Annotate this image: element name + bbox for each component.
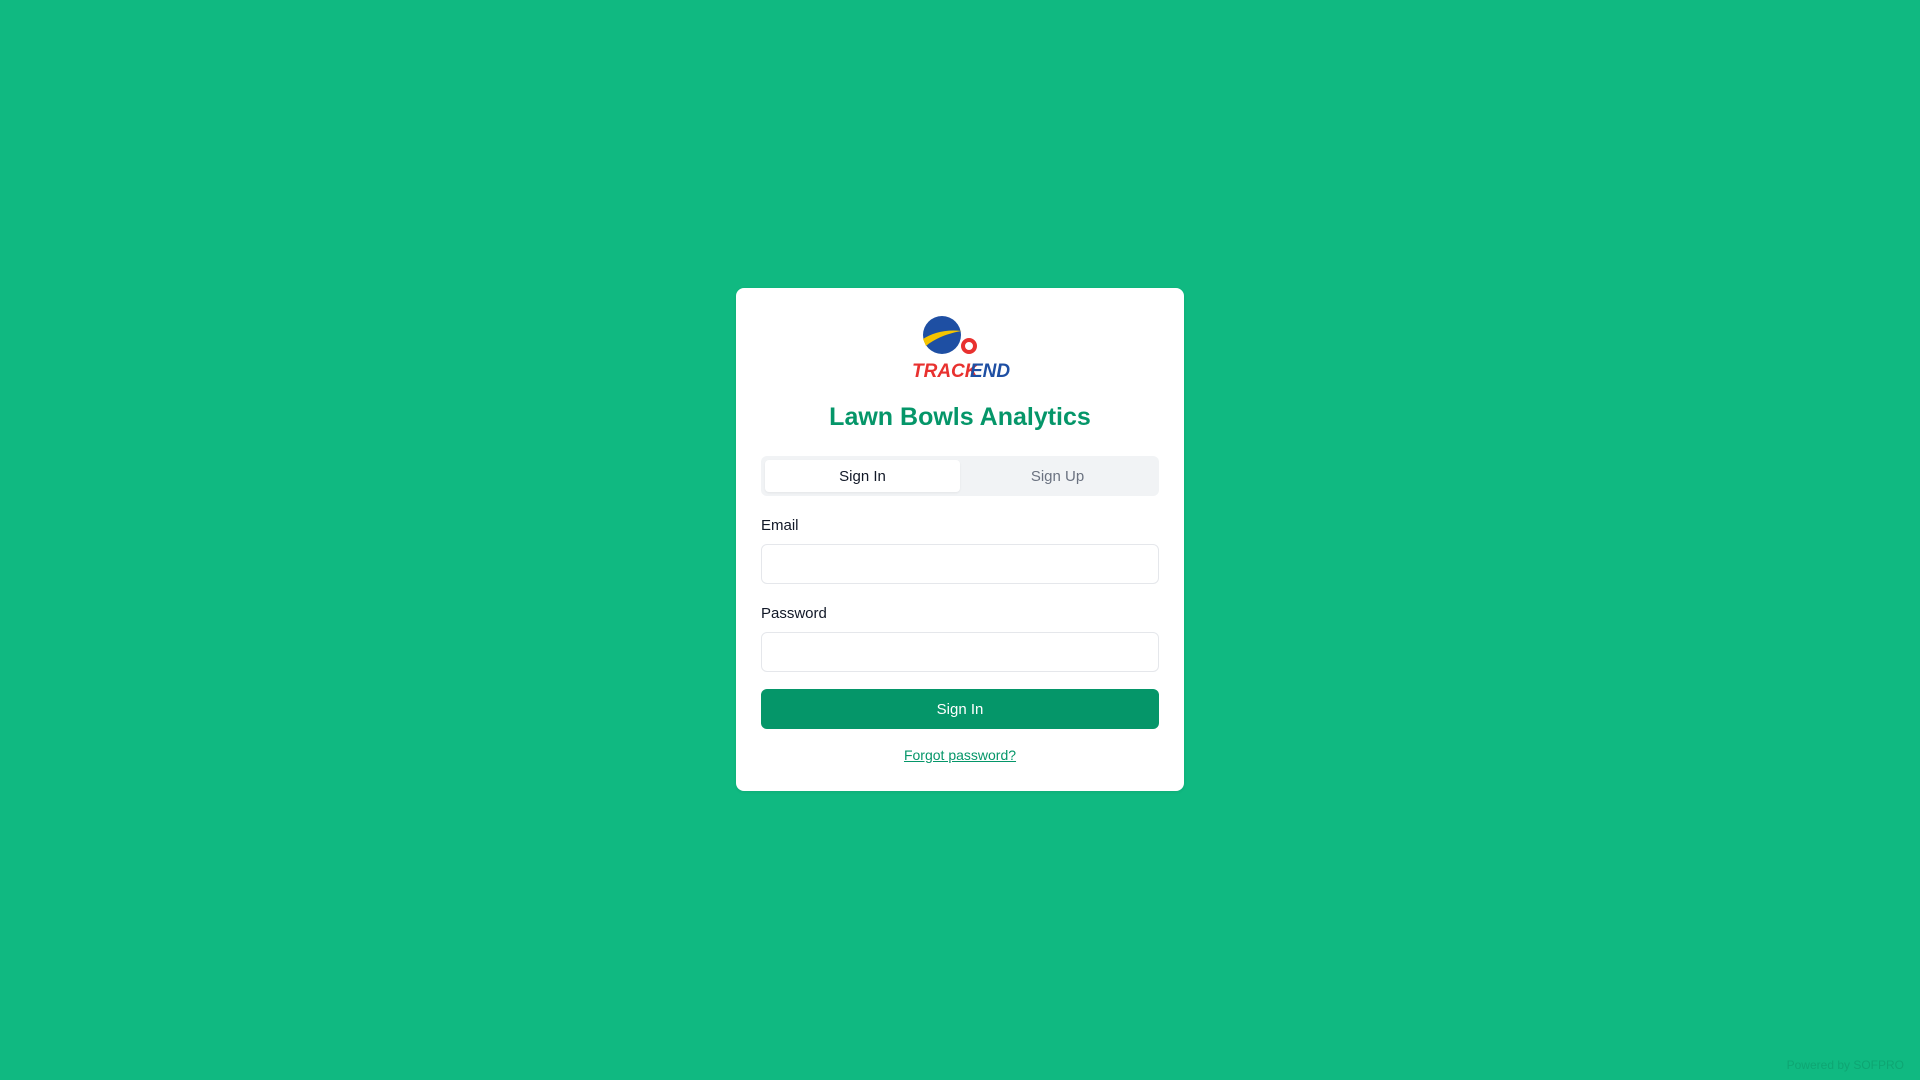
sign-in-card: TRACK END Lawn Bowls Analytics Sign In S… — [736, 288, 1184, 791]
app-title: Lawn Bowls Analytics — [829, 403, 1091, 431]
forgot-password-link[interactable]: Forgot password? — [761, 747, 1159, 763]
track-end-logo: TRACK END — [912, 316, 1010, 381]
tab-sign-up[interactable]: Sign Up — [960, 460, 1155, 492]
email-input[interactable] — [761, 544, 1159, 584]
auth-tabs: Sign In Sign Up — [761, 456, 1159, 496]
logo-word-end: END — [970, 361, 1010, 381]
password-label: Password — [761, 605, 827, 622]
password-input[interactable] — [761, 632, 1159, 672]
email-label: Email — [761, 517, 799, 534]
sign-in-button[interactable]: Sign In — [761, 689, 1159, 729]
logo-jack — [961, 338, 977, 354]
tab-sign-in[interactable]: Sign In — [765, 460, 960, 492]
powered-by-footer: Powered by SOFPRO — [1786, 1058, 1904, 1072]
